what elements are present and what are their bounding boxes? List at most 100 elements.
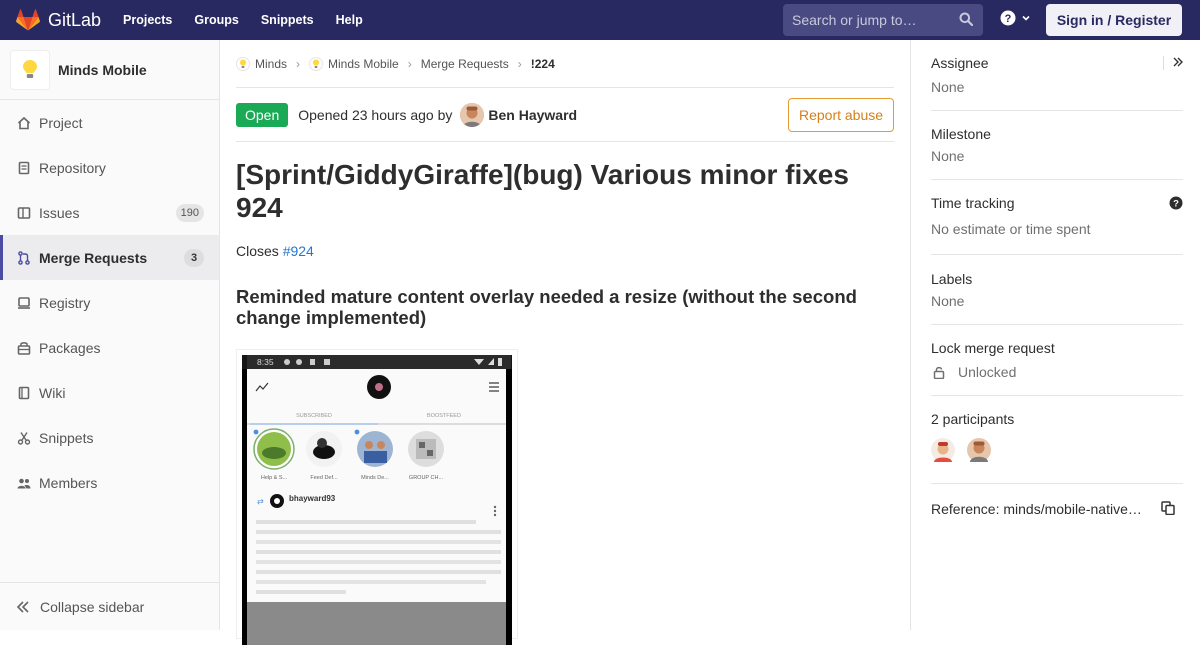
lock-value: Unlocked <box>958 364 1017 380</box>
sidebar-item-registry[interactable]: Registry <box>0 280 219 325</box>
report-abuse-button[interactable]: Report abuse <box>788 98 894 132</box>
divider <box>931 179 1183 180</box>
assignee-label: Assignee <box>931 55 989 71</box>
sidebar-item-project[interactable]: Project <box>0 100 219 145</box>
users-icon <box>16 475 32 491</box>
sidebar-item-label: Repository <box>39 159 106 176</box>
merge-request-header: Open Opened 23 hours ago by Ben Hayward … <box>236 88 894 142</box>
phone-screen-illustration: 8:35 SUBSCRIBED BOOSTFEED Help & S... Fe… <box>242 355 512 645</box>
divider <box>931 483 1183 484</box>
breadcrumb-current[interactable]: !224 <box>531 57 555 71</box>
issues-icon <box>16 205 32 221</box>
search-icon <box>959 12 973 26</box>
sidebar-item-label: Wiki <box>39 384 66 401</box>
reference-block: Reference: minds/mobile-native… <box>931 501 1183 517</box>
top-navbar: GitLab Projects Groups Snippets Help Sea… <box>0 0 1200 40</box>
participants-block: 2 participants <box>931 411 1183 462</box>
issuable-sidebar: Assignee None Milestone None Time tracki… <box>910 40 1200 630</box>
gitlab-logo[interactable]: GitLab <box>16 0 101 40</box>
divider <box>931 254 1183 255</box>
labels-value: None <box>931 293 965 309</box>
book-icon <box>16 385 32 401</box>
chevron-right-icon: › <box>517 56 522 71</box>
divider <box>931 324 1183 325</box>
package-icon <box>16 340 32 356</box>
sidebar-item-label: Snippets <box>39 429 94 446</box>
breadcrumb-group[interactable]: Minds <box>255 57 287 71</box>
brand-name[interactable]: GitLab <box>48 10 101 31</box>
svg-text:?: ? <box>1005 13 1012 25</box>
description-heading: Reminded mature content overlay needed a… <box>236 286 857 328</box>
project-name[interactable]: Minds Mobile <box>58 62 147 78</box>
lightbulb-icon <box>23 59 37 78</box>
registry-icon <box>16 295 32 311</box>
breadcrumb-project[interactable]: Minds Mobile <box>328 57 399 71</box>
page-title: [Sprint/GiddyGiraffe](bug) Various minor… <box>236 159 849 223</box>
home-icon <box>16 115 32 131</box>
search-input[interactable]: Search or jump to… <box>783 4 983 36</box>
assignee-block: Assignee None <box>931 55 1183 95</box>
sidebar-item-members[interactable]: Members <box>0 460 219 505</box>
milestone-value: None <box>931 148 965 164</box>
sidebar-item-merge-requests[interactable]: Merge Requests 3 <box>0 235 219 280</box>
doc-icon <box>16 160 32 176</box>
labels-block: Labels None <box>931 271 1183 309</box>
labels-label: Labels <box>931 271 973 287</box>
milestone-label: Milestone <box>931 126 991 142</box>
divider <box>931 395 1183 396</box>
sidebar-item-wiki[interactable]: Wiki <box>0 370 219 415</box>
svg-text:?: ? <box>1173 199 1179 210</box>
sidebar-item-issues[interactable]: Issues 190 <box>0 190 219 235</box>
time-tracking-block: Time tracking No estimate or time spent <box>931 195 1183 237</box>
copy-icon[interactable] <box>1161 501 1175 515</box>
assignee-value: None <box>931 79 965 95</box>
issues-count-badge: 190 <box>175 203 204 222</box>
nav-projects[interactable]: Projects <box>123 13 172 27</box>
reference-text: Reference: minds/mobile-native… <box>931 501 1142 517</box>
author-name[interactable]: Ben Hayward <box>488 107 577 123</box>
issue-link[interactable]: #924 <box>283 243 314 259</box>
double-chevron-left-icon <box>16 600 29 613</box>
description-screenshot[interactable]: 8:35 SUBSCRIBED BOOSTFEED Help & S... Fe… <box>236 349 518 645</box>
project-avatar-small <box>309 56 324 71</box>
tanuki-icon <box>16 9 40 31</box>
sidebar-item-repository[interactable]: Repository <box>0 145 219 190</box>
breadcrumb-section[interactable]: Merge Requests <box>421 57 509 71</box>
nav-help[interactable]: Help <box>336 13 363 27</box>
avatar[interactable] <box>967 438 991 462</box>
sidebar-project-header[interactable]: Minds Mobile <box>0 40 219 100</box>
chevron-down-icon <box>1022 15 1030 21</box>
story-label: Minds De... <box>361 475 389 481</box>
divider <box>1163 56 1164 70</box>
lock-status: Unlocked <box>931 364 1183 380</box>
group-avatar <box>236 56 250 71</box>
question-circle-icon[interactable]: ? <box>1169 196 1183 210</box>
nav-groups[interactable]: Groups <box>194 13 238 27</box>
project-avatar[interactable] <box>10 49 50 90</box>
opened-text: Opened 23 hours ago by <box>298 106 453 123</box>
sidebar-item-label: Packages <box>39 339 101 356</box>
phone-screenshot: 8:35 SUBSCRIBED BOOSTFEED Help & S... Fe… <box>242 355 512 645</box>
top-nav: Projects Groups Snippets Help <box>123 13 385 27</box>
svg-text:⇄: ⇄ <box>257 497 264 506</box>
sidebar-item-packages[interactable]: Packages <box>0 325 219 370</box>
closes-prefix: Closes <box>236 243 279 259</box>
collapse-sidebar-label: Collapse sidebar <box>40 598 145 615</box>
avatar[interactable] <box>460 102 485 127</box>
merge-requests-count-badge: 3 <box>184 248 204 267</box>
help-dropdown[interactable]: ? <box>1000 10 1032 26</box>
collapse-sidebar-button[interactable]: Collapse sidebar <box>0 582 219 630</box>
story-label: GROUP CH... <box>409 475 444 481</box>
closes-line: Closes #924 <box>236 243 314 259</box>
double-chevron-right-icon[interactable] <box>1173 57 1183 67</box>
tab-boostfeed: BOOSTFEED <box>427 413 461 419</box>
project-sidebar: Minds Mobile Project Repository Issues 1… <box>0 40 220 630</box>
sidebar-item-snippets[interactable]: Snippets <box>0 415 219 460</box>
breadcrumb: Minds › Minds Mobile › Merge Requests › … <box>236 40 894 88</box>
nav-snippets[interactable]: Snippets <box>261 13 314 27</box>
chevron-right-icon: › <box>296 56 301 71</box>
sign-in-button[interactable]: Sign in / Register <box>1046 4 1182 36</box>
lock-open-icon <box>933 366 945 379</box>
story-label: Help & S... <box>261 475 288 481</box>
avatar[interactable] <box>931 438 955 462</box>
